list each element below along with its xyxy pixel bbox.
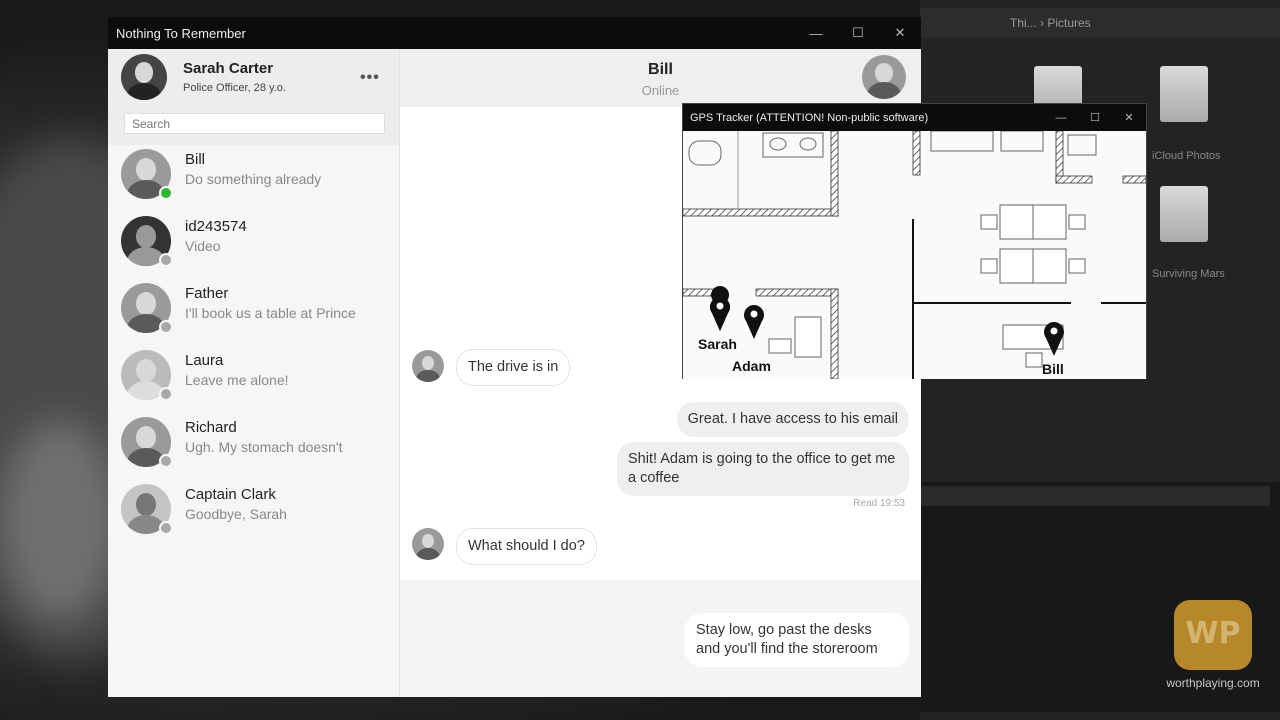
close-icon[interactable]: ✕ bbox=[879, 17, 921, 49]
contact-item[interactable]: Bill Do something already bbox=[108, 145, 399, 212]
my-name: Sarah Carter bbox=[183, 60, 274, 77]
pin-label-sarah: Sarah bbox=[698, 336, 737, 352]
offline-status-dot bbox=[159, 320, 173, 334]
gps-title-bar: GPS Tracker (ATTENTION! Non-public softw… bbox=[683, 104, 1146, 131]
offline-status-dot bbox=[159, 387, 173, 401]
avatar bbox=[412, 528, 444, 560]
read-receipt: Read 19:53 bbox=[853, 498, 905, 509]
message-outgoing: Shit! Adam is going to the office to get… bbox=[617, 442, 909, 496]
contact-name: Bill bbox=[185, 151, 206, 168]
explorer-scrollbar[interactable] bbox=[920, 486, 1270, 506]
my-profile: Sarah Carter Police Officer, 28 y.o. ••• bbox=[108, 49, 399, 145]
contact-last-message: Ugh. My stomach doesn't bbox=[185, 439, 343, 455]
watermark-logo: WP bbox=[1174, 600, 1252, 670]
more-options-icon[interactable]: ••• bbox=[360, 69, 380, 87]
my-avatar[interactable] bbox=[121, 54, 167, 100]
contact-last-message: Goodbye, Sarah bbox=[185, 506, 287, 522]
contact-last-message: Leave me alone! bbox=[185, 372, 289, 388]
chat-contact-avatar[interactable] bbox=[862, 55, 906, 99]
contact-name: Captain Clark bbox=[185, 486, 276, 503]
offline-status-dot bbox=[159, 454, 173, 468]
offline-status-dot bbox=[159, 521, 173, 535]
pin-label-bill: Bill bbox=[1042, 361, 1064, 377]
close-icon[interactable]: ✕ bbox=[1112, 104, 1146, 131]
explorer-path: Thi... › Pictures bbox=[920, 8, 1280, 38]
window-title: Nothing To Remember bbox=[116, 25, 246, 41]
chat-contact-name: Bill bbox=[648, 61, 673, 78]
contact-name: Richard bbox=[185, 419, 237, 436]
watermark: WP worthplaying.com bbox=[1158, 600, 1268, 690]
message-outgoing: Stay low, go past the desks and you'll f… bbox=[685, 613, 909, 667]
folder-label: iCloud Photos bbox=[1152, 150, 1221, 162]
contact-item[interactable]: Captain Clark Goodbye, Sarah bbox=[108, 480, 399, 547]
gps-window-title: GPS Tracker (ATTENTION! Non-public softw… bbox=[690, 111, 929, 124]
message-outgoing: Great. I have access to his email bbox=[676, 402, 909, 437]
contact-name: Father bbox=[185, 285, 229, 302]
contact-item[interactable]: Laura Leave me alone! bbox=[108, 346, 399, 413]
contact-name: id243574 bbox=[185, 218, 247, 235]
contact-name: Laura bbox=[185, 352, 224, 369]
contact-item[interactable]: id243574 Video bbox=[108, 212, 399, 279]
gps-tracker-window: GPS Tracker (ATTENTION! Non-public softw… bbox=[682, 103, 1147, 380]
contacts-sidebar: Sarah Carter Police Officer, 28 y.o. •••… bbox=[108, 49, 400, 697]
floor-plan bbox=[682, 130, 1147, 380]
minimize-icon[interactable]: — bbox=[1044, 104, 1078, 131]
floor-plan-map[interactable]: Sarah Adam Bill bbox=[682, 130, 1147, 380]
chat-contact-status: Online bbox=[641, 83, 680, 98]
folder-label: Surviving Mars bbox=[1152, 268, 1225, 280]
contact-last-message: I'll book us a table at Prince bbox=[185, 305, 356, 321]
watermark-text: worthplaying.com bbox=[1166, 676, 1260, 690]
contact-last-message: Video bbox=[185, 238, 221, 254]
my-subtitle: Police Officer, 28 y.o. bbox=[183, 82, 286, 94]
minimize-icon[interactable]: — bbox=[795, 17, 837, 49]
title-bar: Nothing To Remember — ☐ ✕ bbox=[108, 17, 921, 49]
message-incoming: What should I do? bbox=[456, 528, 597, 565]
pin-label-adam: Adam bbox=[732, 358, 771, 374]
avatar bbox=[412, 350, 444, 382]
chat-header: Bill Online bbox=[400, 49, 921, 107]
maximize-icon[interactable]: ☐ bbox=[1078, 104, 1112, 131]
message-incoming: The drive is in bbox=[456, 349, 571, 386]
folder-icon[interactable] bbox=[1160, 66, 1208, 122]
online-status-dot bbox=[159, 186, 173, 200]
offline-status-dot bbox=[159, 253, 173, 267]
contact-item[interactable]: Richard Ugh. My stomach doesn't bbox=[108, 413, 399, 480]
search-input[interactable] bbox=[124, 113, 385, 134]
contact-last-message: Do something already bbox=[185, 171, 322, 187]
contact-item[interactable]: Father I'll book us a table at Prince bbox=[108, 279, 399, 346]
folder-icon[interactable] bbox=[1160, 186, 1208, 242]
maximize-icon[interactable]: ☐ bbox=[837, 17, 879, 49]
